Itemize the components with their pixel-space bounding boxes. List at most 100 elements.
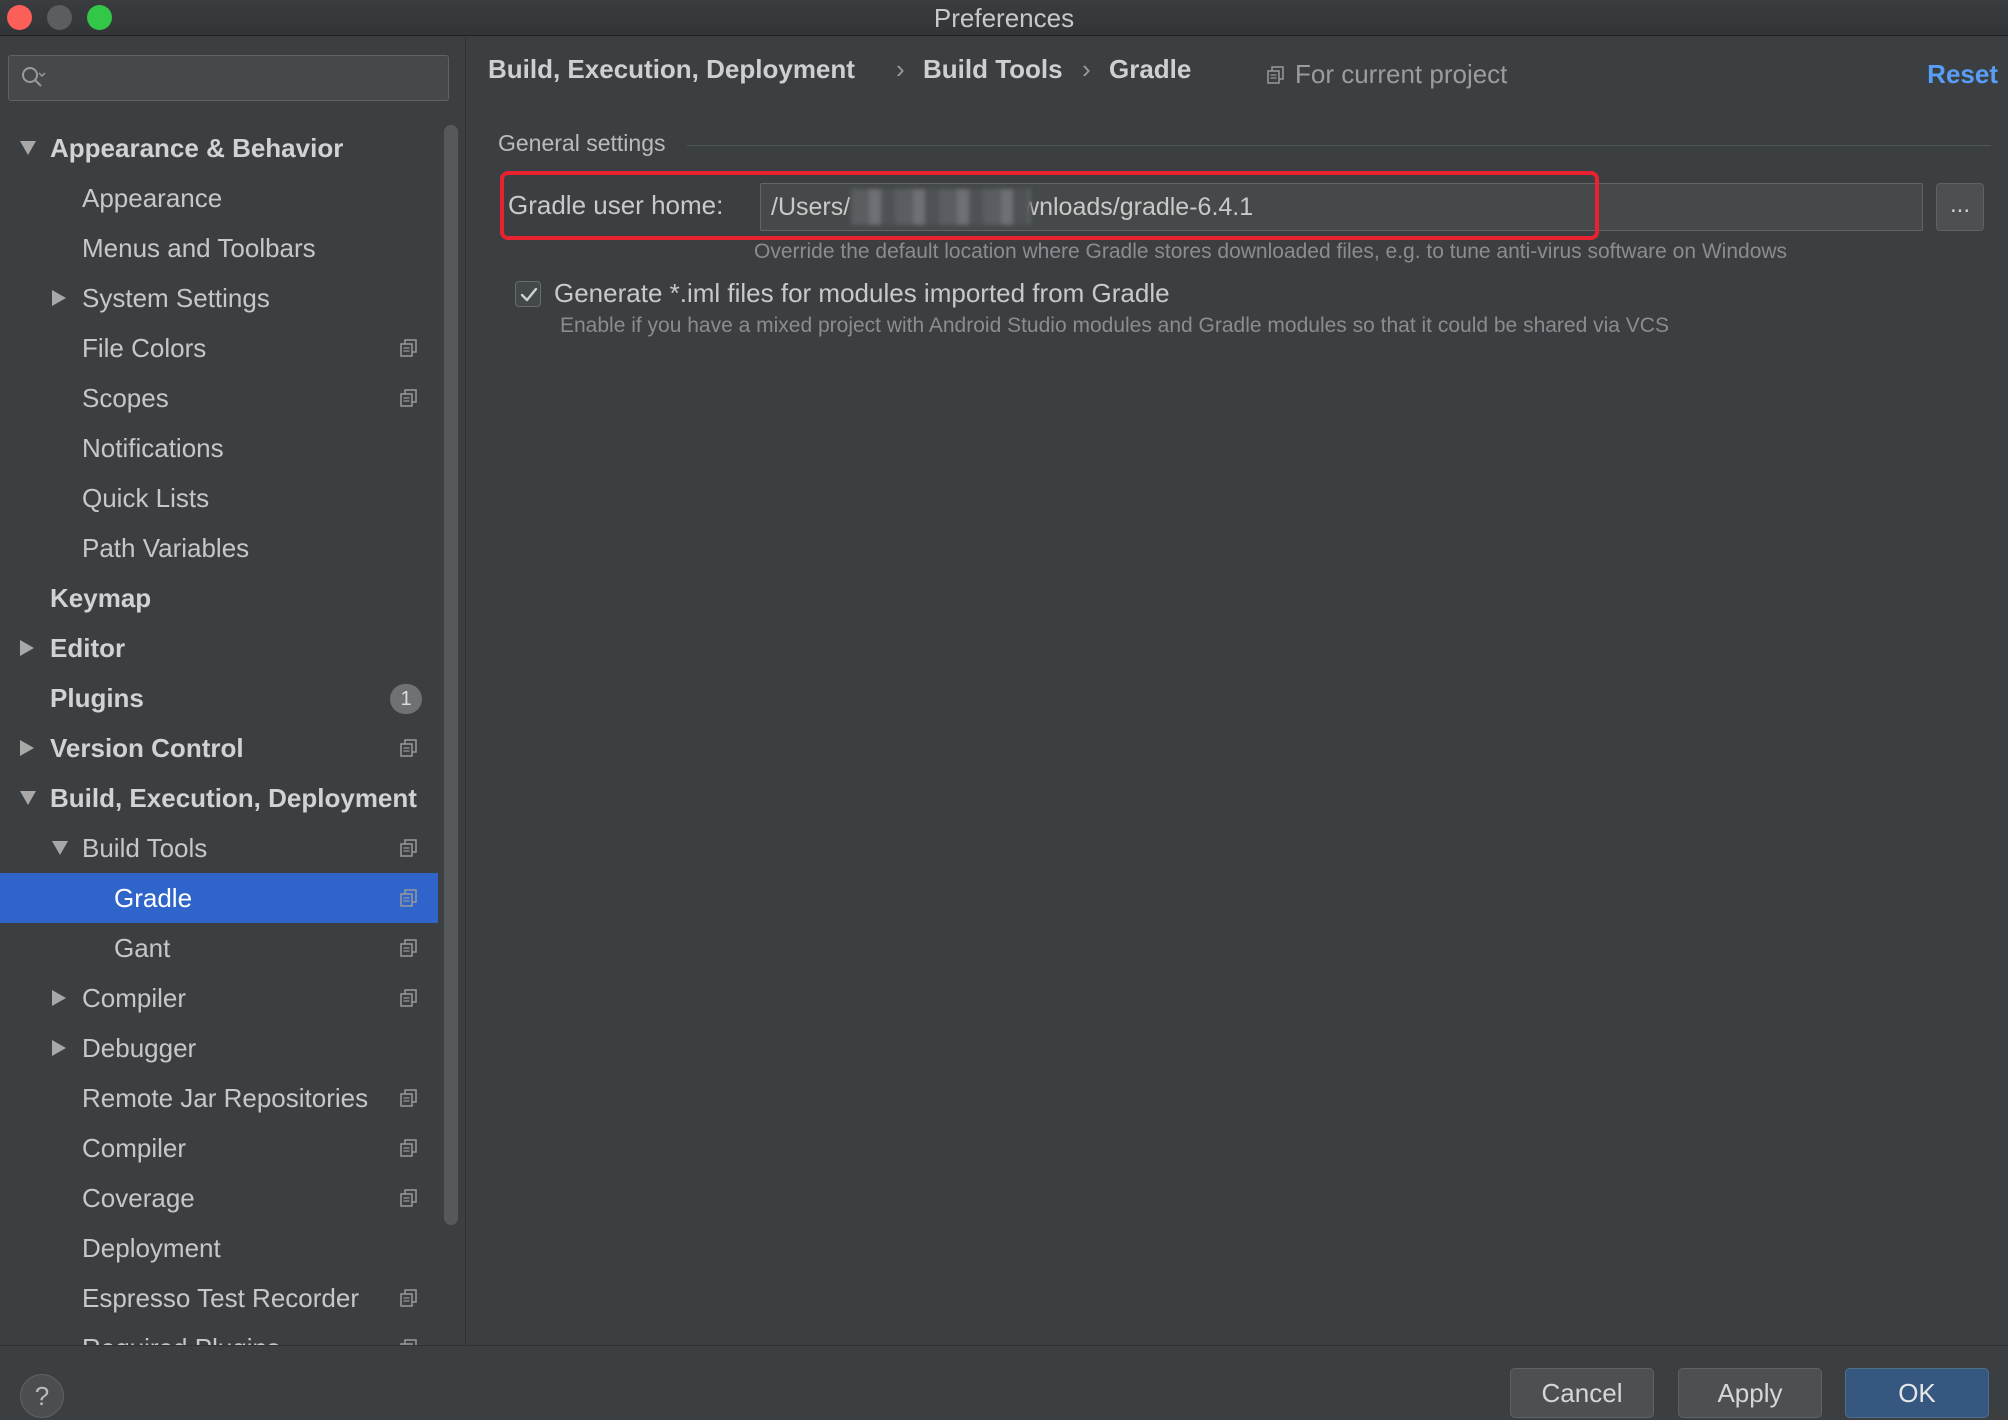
chevron-down-icon[interactable] <box>20 791 36 805</box>
project-settings-icon <box>400 939 417 957</box>
dialog-footer: ? Cancel Apply OK <box>0 1345 2008 1420</box>
sidebar-item-label: Keymap <box>50 583 152 613</box>
project-settings-icon <box>400 889 417 907</box>
project-settings-icon <box>400 739 417 757</box>
project-settings-icon <box>400 839 417 857</box>
annotation-highlight-box <box>500 171 1599 240</box>
sidebar-item-keymap[interactable]: Keymap <box>0 573 438 623</box>
settings-search-box[interactable] <box>8 55 449 101</box>
sidebar-item-editor[interactable]: Editor <box>0 623 438 673</box>
project-settings-icon <box>400 1189 417 1207</box>
sidebar-item-deployment[interactable]: Deployment <box>0 1223 438 1273</box>
sidebar-item-label: Scopes <box>82 383 169 413</box>
sidebar-item-espresso-test-recorder[interactable]: Espresso Test Recorder <box>0 1273 438 1323</box>
chevron-right-icon[interactable] <box>52 1040 66 1056</box>
sidebar-item-coverage[interactable]: Coverage <box>0 1173 438 1223</box>
sidebar-item-label: File Colors <box>82 333 207 363</box>
plugins-update-badge: 1 <box>390 684 422 714</box>
sidebar-item-label: Notifications <box>82 433 224 463</box>
generate-iml-label[interactable]: Generate *.iml files for modules importe… <box>554 278 1170 309</box>
settings-sidebar: Appearance & Behavior Appearance Menus and… <box>0 37 466 1345</box>
sidebar-item-label: Build Tools <box>82 833 208 863</box>
sidebar-item-label: Menus and Toolbars <box>82 233 316 263</box>
settings-content-panel: Build, Execution, Deployment › Build Too… <box>467 37 2008 1345</box>
gradle-home-hint: Override the default location where Grad… <box>754 240 1788 263</box>
sidebar-item-version-control[interactable]: Version Control <box>0 723 438 773</box>
search-input[interactable] <box>55 62 435 94</box>
sidebar-item-label: Build, Execution, Deployment <box>50 783 417 813</box>
sidebar-item-compiler[interactable]: Compiler <box>0 1123 438 1173</box>
check-icon <box>520 287 538 302</box>
sidebar-item-label: Quick Lists <box>82 483 210 513</box>
sidebar-item-scopes[interactable]: Scopes <box>0 373 438 423</box>
sidebar-item-label: Appearance <box>82 183 223 213</box>
reset-link[interactable]: Reset <box>1927 59 1998 90</box>
section-divider <box>687 145 1991 146</box>
ok-button[interactable]: OK <box>1845 1368 1989 1418</box>
cancel-button[interactable]: Cancel <box>1510 1368 1654 1418</box>
sidebar-item-label: Required Plugins <box>82 1323 280 1345</box>
sidebar-item-compiler[interactable]: Compiler <box>0 973 438 1023</box>
sidebar-item-label: Path Variables <box>82 533 250 563</box>
sidebar-item-gradle[interactable]: Gradle <box>0 873 438 923</box>
breadcrumb-item-gradle: Gradle <box>1109 54 1192 84</box>
sidebar-item-gant[interactable]: Gant <box>0 923 438 973</box>
chevron-right-icon[interactable] <box>52 290 66 306</box>
scope-note: For current project <box>1267 59 1527 95</box>
sidebar-item-label: Deployment <box>82 1233 221 1263</box>
sidebar-item-label: Appearance & Behavior <box>50 133 344 163</box>
apply-button[interactable]: Apply <box>1678 1368 1822 1418</box>
window-title: Preferences <box>933 3 1075 33</box>
sidebar-item-menus-and-toolbars[interactable]: Menus and Toolbars <box>0 223 438 273</box>
project-settings-icon <box>400 1139 417 1157</box>
sidebar-item-label: System Settings <box>82 283 270 313</box>
project-settings-icon <box>400 1289 417 1307</box>
sidebar-item-label: Plugins <box>50 683 144 713</box>
sidebar-item-system-settings[interactable]: System Settings <box>0 273 438 323</box>
project-settings-icon <box>400 989 417 1007</box>
sidebar-item-label: Espresso Test Recorder <box>82 1283 359 1313</box>
sidebar-item-label: Version Control <box>50 733 244 763</box>
project-settings-icon <box>400 1089 417 1107</box>
sidebar-item-quick-lists[interactable]: Quick Lists <box>0 473 438 523</box>
sidebar-item-label: Remote Jar Repositories <box>82 1083 369 1113</box>
sidebar-item-remote-jar-repositories[interactable]: Remote Jar Repositories <box>0 1073 438 1123</box>
sidebar-scrollbar[interactable] <box>444 125 458 1225</box>
sidebar-item-label: Gradle <box>114 883 193 913</box>
sidebar-item-build-execution-deployment[interactable]: Build, Execution, Deployment <box>0 773 438 823</box>
project-settings-icon <box>400 389 417 407</box>
chevron-right-icon[interactable] <box>52 990 66 1006</box>
general-settings-title: General settings <box>498 130 666 156</box>
sidebar-item-notifications[interactable]: Notifications <box>0 423 438 473</box>
scope-note-label: For current project <box>1295 59 1508 89</box>
sidebar-item-label: Gant <box>114 933 171 963</box>
sidebar-item-label: Debugger <box>82 1033 197 1063</box>
project-settings-icon <box>400 339 417 357</box>
settings-tree: Appearance & Behavior Appearance Menus and… <box>0 123 438 1345</box>
breadcrumb-separator: › <box>1082 54 1091 84</box>
sidebar-item-required-plugins[interactable]: Required Plugins <box>0 1323 438 1345</box>
breadcrumb-item-build-tools[interactable]: Build Tools <box>923 54 1063 85</box>
project-settings-icon <box>1267 66 1284 84</box>
sidebar-item-debugger[interactable]: Debugger <box>0 1023 438 1073</box>
help-button[interactable]: ? <box>20 1374 64 1418</box>
chevron-down-icon[interactable] <box>52 841 68 855</box>
sidebar-item-appearance[interactable]: Appearance <box>0 173 438 223</box>
chevron-down-icon[interactable] <box>20 141 36 155</box>
generate-iml-checkbox[interactable] <box>515 281 541 307</box>
sidebar-item-appearance-behavior[interactable]: Appearance & Behavior <box>0 123 438 173</box>
browse-button[interactable]: ... <box>1936 183 1984 231</box>
sidebar-item-label: Compiler <box>82 983 187 1013</box>
breadcrumb-separator: › <box>896 54 905 84</box>
sidebar-item-file-colors[interactable]: File Colors <box>0 323 438 373</box>
sidebar-item-label: Compiler <box>82 1133 187 1163</box>
sidebar-item-plugins[interactable]: Plugins 1 <box>0 673 438 723</box>
chevron-right-icon[interactable] <box>20 640 34 656</box>
chevron-right-icon[interactable] <box>20 740 34 756</box>
search-icon <box>22 67 46 87</box>
sidebar-item-label: Coverage <box>82 1183 195 1213</box>
breadcrumb-item-build-execution-deployment[interactable]: Build, Execution, Deployment <box>488 54 855 85</box>
sidebar-item-build-tools[interactable]: Build Tools <box>0 823 438 873</box>
sidebar-item-path-variables[interactable]: Path Variables <box>0 523 438 573</box>
sidebar-item-label: Editor <box>50 633 126 663</box>
